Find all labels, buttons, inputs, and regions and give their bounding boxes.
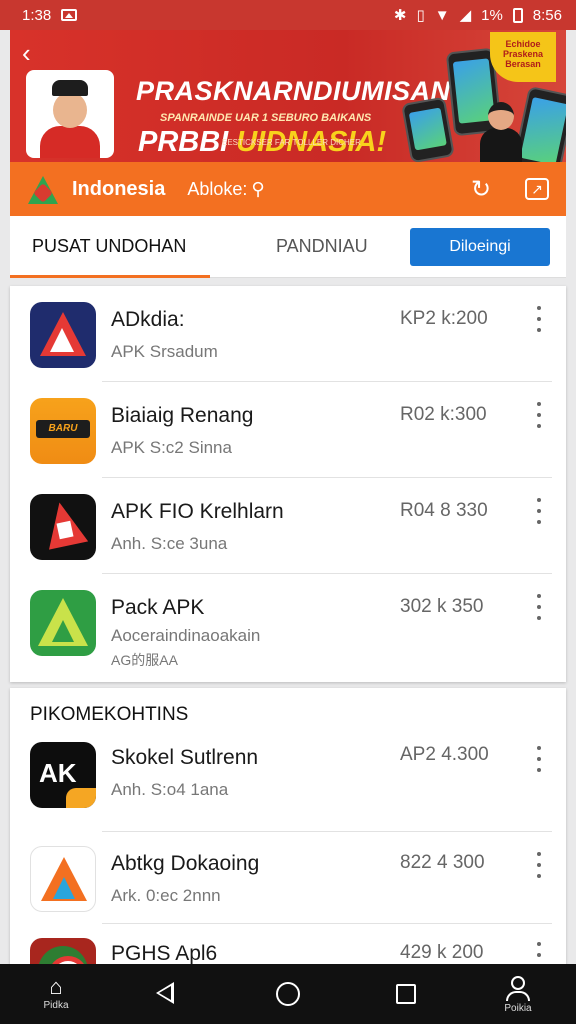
- list-item[interactable]: Pack APK Aoceraindinaoakain AG的服AA 302 k…: [10, 574, 566, 682]
- profile-tab[interactable]: Poikia: [500, 976, 536, 1014]
- app-icon: AK: [30, 742, 96, 808]
- more-vert-icon[interactable]: [534, 852, 544, 878]
- refresh-icon[interactable]: ↻: [468, 176, 494, 203]
- back-arrow-icon[interactable]: ‹: [22, 38, 31, 69]
- more-vert-icon[interactable]: [534, 746, 544, 772]
- more-vert-icon[interactable]: [534, 594, 544, 620]
- search-field[interactable]: Abloke: ⚲: [187, 179, 264, 200]
- region-label[interactable]: Indonesia: [72, 178, 165, 201]
- app-size: 429 k 200: [400, 942, 484, 963]
- app-name: Biaiaig Renang: [111, 404, 254, 427]
- app-name: APK FIO Krelhlarn: [111, 500, 284, 523]
- home-tab-icon: ⌂: [49, 974, 63, 999]
- app-size: R02 k:300: [400, 404, 487, 425]
- image-notification-icon: [61, 9, 78, 21]
- banner-subline: SPANRAINDE UAR 1 SEBURO BAIKANS: [160, 112, 372, 124]
- navigation-bar: ⌂ Pidka Poikia: [0, 964, 576, 1024]
- app-meta-2: AG的服AA: [111, 652, 178, 668]
- tab-pusat-undohan[interactable]: PUSAT UNDOHAN: [10, 216, 210, 278]
- list-item[interactable]: Abtkg Dokaoing Ark. 0:ec 2nnn 822 4 300: [10, 832, 566, 924]
- app-icon-text: AK: [39, 758, 77, 788]
- battery-percent: 1%: [481, 6, 503, 24]
- list-item[interactable]: BARU Biaiaig Renang APK S:c2 Sinna R02 k…: [10, 382, 566, 478]
- tab-bar: PUSAT UNDOHAN PANDNIAU Diloeingi: [10, 216, 566, 278]
- more-vert-icon[interactable]: [534, 306, 544, 332]
- status-time: 1:38: [22, 6, 52, 24]
- app-icon: [30, 846, 96, 912]
- recents-square-icon[interactable]: [396, 984, 416, 1004]
- banner-badge: Echidoe Praskena Berasan: [490, 32, 556, 82]
- search-icon: ⚲: [251, 178, 265, 199]
- battery-icon: [512, 7, 523, 23]
- recommended-card: PIKOMEKOHTINS AK Skokel Sutlrenn Anh. S:…: [10, 688, 566, 978]
- profile-tab-label: Poikia: [504, 1003, 532, 1014]
- banner-person-image: [26, 70, 114, 158]
- home-circle-icon[interactable]: [276, 982, 300, 1006]
- app-icon: BARU: [30, 398, 96, 464]
- list-item[interactable]: AK Skokel Sutlrenn Anh. S:o4 1ana AP2 4.…: [10, 738, 566, 832]
- home-tab[interactable]: ⌂ Pidka: [36, 974, 76, 1012]
- banner-headline: PRASKNARNDIUMISAN: [136, 76, 451, 106]
- app-size: KP2 k:200: [400, 308, 488, 329]
- app-meta: Aoceraindinaoakain: [111, 626, 261, 645]
- app-size: R04 8 330: [400, 500, 488, 521]
- tab-pandniau[interactable]: PANDNIAU: [276, 216, 368, 278]
- app-meta: Ark. 0:ec 2nnn: [111, 886, 221, 905]
- more-vert-icon[interactable]: [534, 498, 544, 524]
- app-meta: APK S:c2 Sinna: [111, 438, 232, 457]
- app-logo-icon[interactable]: [26, 172, 60, 206]
- bluetooth-icon: ✱: [393, 7, 407, 24]
- back-icon[interactable]: [156, 982, 174, 1004]
- app-icon: [30, 494, 96, 560]
- status-bar: 1:38 ✱ ▯ ▼ ◢ 1% 8:56: [0, 0, 576, 30]
- section-title: PIKOMEKOHTINS: [30, 704, 189, 725]
- app-name: Abtkg Dokaoing: [111, 852, 260, 875]
- app-size: 822 4 300: [400, 852, 485, 873]
- status-clock: 8:56: [532, 6, 562, 24]
- promo-banner[interactable]: ‹ PRASKNARNDIUMISAN SPANRAINDE UAR 1 SEB…: [10, 30, 566, 162]
- list-item[interactable]: APK FIO Krelhlarn Anh. S:ce 3una R04 8 3…: [10, 478, 566, 574]
- app-name: PGHS Apl6: [111, 942, 218, 965]
- profile-icon: [511, 976, 525, 990]
- more-vert-icon[interactable]: [534, 402, 544, 428]
- home-tab-label: Pidka: [43, 1000, 69, 1011]
- app-size: 302 k 350: [400, 596, 484, 617]
- app-meta: APK Srsadum: [111, 342, 218, 361]
- download-button[interactable]: Diloeingi: [410, 227, 550, 266]
- signal-icon: ◢: [459, 7, 472, 24]
- banner-fine-print: EESTICKSER FAR TOLLLER DICHER: [222, 138, 361, 147]
- wifi-icon: ▼: [434, 6, 450, 24]
- app-name: ADkdia:: [111, 308, 185, 331]
- top-toolbar: Indonesia Abloke: ⚲ ↻ ↗: [10, 162, 566, 216]
- app-icon: [30, 302, 96, 368]
- vibrate-icon: ▯: [416, 7, 425, 24]
- banner-man-image: [480, 102, 522, 162]
- search-placeholder: Abloke:: [187, 178, 248, 199]
- app-name: Skokel Sutlrenn: [111, 746, 259, 769]
- share-icon[interactable]: ↗: [524, 176, 550, 202]
- app-list-card: ADkdia: APK Srsadum KP2 k:200 BARU Biaia…: [10, 286, 566, 682]
- list-item[interactable]: ADkdia: APK Srsadum KP2 k:200: [10, 286, 566, 382]
- app-icon: [30, 590, 96, 656]
- app-meta: Anh. S:ce 3una: [111, 534, 228, 553]
- app-size: AP2 4.300: [400, 744, 489, 765]
- app-meta: Anh. S:o4 1ana: [111, 780, 229, 799]
- app-name: Pack APK: [111, 596, 205, 619]
